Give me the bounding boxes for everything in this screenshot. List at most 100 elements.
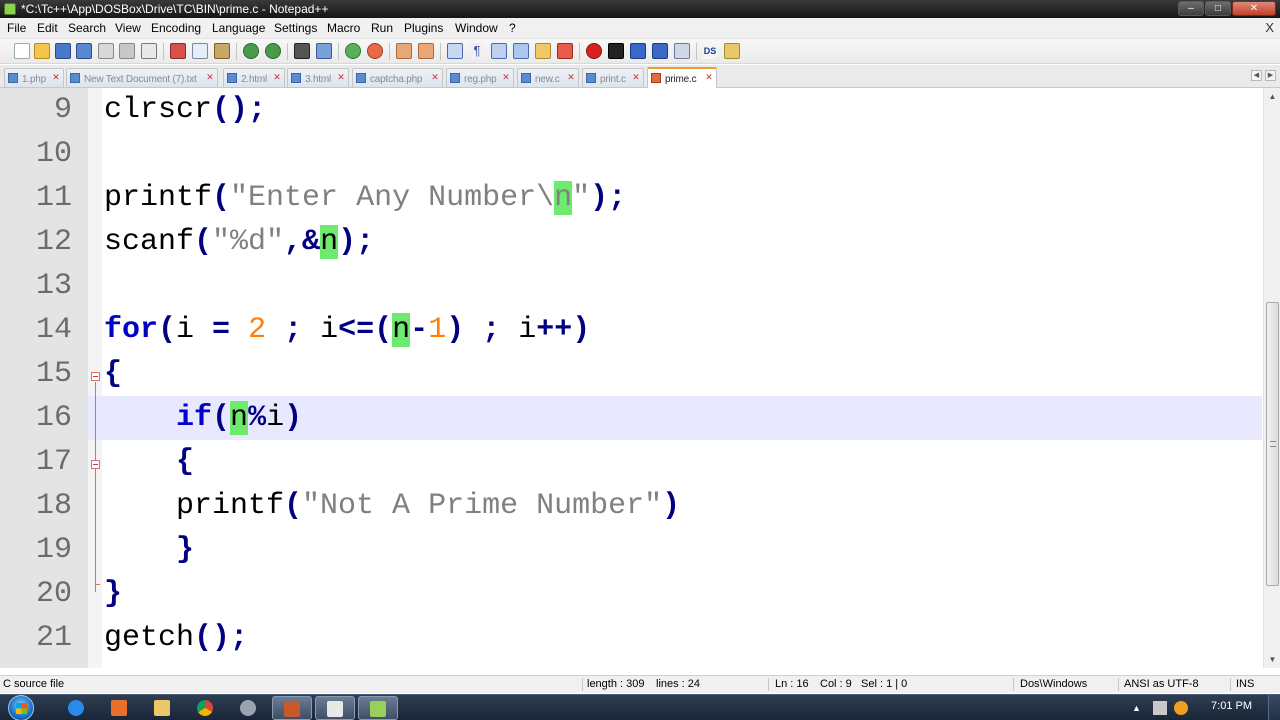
- update-icon[interactable]: [1174, 701, 1188, 715]
- taskbar-chrome[interactable]: [186, 696, 226, 720]
- menu-view[interactable]: View: [115, 21, 141, 35]
- tab-close-icon[interactable]: ✕: [566, 72, 576, 82]
- start-button[interactable]: [8, 695, 34, 720]
- code-line[interactable]: 21 getch();: [0, 616, 1262, 660]
- language-icon[interactable]: [513, 43, 529, 59]
- sync-horizontal-icon[interactable]: [418, 43, 434, 59]
- close-button[interactable]: ✕: [1232, 1, 1276, 16]
- code-text[interactable]: {: [104, 352, 122, 396]
- menu-window[interactable]: Window: [455, 21, 498, 35]
- tab-scroll-right-icon[interactable]: ▶: [1265, 70, 1276, 81]
- run-macro-multiple-icon[interactable]: [652, 43, 668, 59]
- dspellcheck-icon[interactable]: DS: [702, 43, 718, 59]
- code-line[interactable]: 15 {: [0, 352, 1262, 396]
- taskbar-dosbox[interactable]: [272, 696, 312, 720]
- fold-toggle-icon[interactable]: [91, 460, 100, 469]
- tab-close-icon[interactable]: ✕: [704, 72, 714, 82]
- zoom-in-icon[interactable]: [345, 43, 361, 59]
- tab-print-c[interactable]: print.c ✕: [582, 68, 644, 87]
- menu-settings[interactable]: Settings: [274, 21, 317, 35]
- tab-1-php[interactable]: 1.php ✕: [4, 68, 64, 87]
- zoom-out-icon[interactable]: [367, 43, 383, 59]
- plugin-icon[interactable]: [724, 43, 740, 59]
- taskbar-gray-app[interactable]: [229, 696, 269, 720]
- code-line[interactable]: 17 {: [0, 440, 1262, 484]
- tab-close-icon[interactable]: ✕: [51, 72, 61, 82]
- print-icon[interactable]: [141, 43, 157, 59]
- save-icon[interactable]: [55, 43, 71, 59]
- fold-toggle-icon[interactable]: [91, 372, 100, 381]
- code-line[interactable]: 20 }: [0, 572, 1262, 616]
- current-code-line[interactable]: 16 if(n%i): [0, 396, 1262, 440]
- menu-edit[interactable]: Edit: [37, 21, 58, 35]
- tab-close-icon[interactable]: ✕: [272, 72, 282, 82]
- code-text[interactable]: printf("Enter Any Number\n");: [104, 176, 626, 220]
- show-desktop-button[interactable]: [1268, 695, 1280, 720]
- paste-icon[interactable]: [214, 43, 230, 59]
- show-all-characters-icon[interactable]: ¶: [469, 43, 485, 59]
- scroll-down-icon[interactable]: ▼: [1266, 653, 1279, 666]
- word-wrap-icon[interactable]: [447, 43, 463, 59]
- taskbar-notepad-plus-plus[interactable]: [358, 696, 398, 720]
- code-text[interactable]: clrscr();: [104, 88, 266, 132]
- menu-help[interactable]: ?: [509, 21, 516, 35]
- scrollbar-thumb[interactable]: [1266, 302, 1279, 586]
- code-line[interactable]: 18 printf("Not A Prime Number"): [0, 484, 1262, 528]
- code-line[interactable]: 19 }: [0, 528, 1262, 572]
- menu-macro[interactable]: Macro: [327, 21, 360, 35]
- show-hidden-icons-icon[interactable]: ▲: [1132, 701, 1146, 715]
- copy-icon[interactable]: [192, 43, 208, 59]
- code-text[interactable]: getch();: [104, 616, 248, 660]
- scroll-up-icon[interactable]: ▲: [1266, 90, 1279, 103]
- tab-prime-c[interactable]: prime.c ✕: [647, 67, 717, 88]
- status-eol-format[interactable]: Dos\Windows: [1020, 678, 1087, 690]
- code-line[interactable]: 10: [0, 132, 1262, 176]
- code-line[interactable]: 14 for(i = 2 ; i<=(n-1) ; i++): [0, 308, 1262, 352]
- play-macro-icon[interactable]: [630, 43, 646, 59]
- menu-plugins[interactable]: Plugins: [404, 21, 443, 35]
- tab-close-icon[interactable]: ✕: [205, 72, 215, 82]
- code-text[interactable]: }: [104, 572, 122, 616]
- maximize-button[interactable]: □: [1205, 1, 1231, 16]
- tab-close-icon[interactable]: ✕: [336, 72, 346, 82]
- tab-new-c[interactable]: new.c ✕: [517, 68, 579, 87]
- tab-reg-php[interactable]: reg.php ✕: [446, 68, 514, 87]
- tab-scroll-left-icon[interactable]: ◀: [1251, 70, 1262, 81]
- function-list-icon[interactable]: [557, 43, 573, 59]
- close-file-icon[interactable]: [98, 43, 114, 59]
- save-macro-icon[interactable]: [674, 43, 690, 59]
- code-text[interactable]: printf("Not A Prime Number"): [104, 484, 680, 528]
- code-text[interactable]: for(i = 2 ; i<=(n-1) ; i++): [104, 308, 590, 352]
- menu-language[interactable]: Language: [212, 21, 265, 35]
- code-line[interactable]: 9 clrscr();: [0, 88, 1262, 132]
- menu-run[interactable]: Run: [371, 21, 393, 35]
- code-line[interactable]: 13: [0, 264, 1262, 308]
- open-file-icon[interactable]: [34, 43, 50, 59]
- code-text[interactable]: {: [104, 440, 194, 484]
- replace-icon[interactable]: [316, 43, 332, 59]
- taskbar-window[interactable]: [315, 696, 355, 720]
- close-all-icon[interactable]: [119, 43, 135, 59]
- code-line[interactable]: 11 printf("Enter Any Number\n");: [0, 176, 1262, 220]
- status-encoding[interactable]: ANSI as UTF-8: [1124, 678, 1199, 690]
- tab-3-html[interactable]: 3.html ✕: [287, 68, 349, 87]
- vertical-scrollbar[interactable]: ▲ ▼: [1263, 88, 1280, 668]
- tab-close-icon[interactable]: ✕: [430, 72, 440, 82]
- code-text[interactable]: if(n%i): [104, 396, 302, 440]
- code-line[interactable]: 12 scanf("%d",&n);: [0, 220, 1262, 264]
- undo-icon[interactable]: [243, 43, 259, 59]
- stop-macro-icon[interactable]: [608, 43, 624, 59]
- taskbar-clock[interactable]: 7:01 PM: [1211, 700, 1252, 712]
- close-document-icon[interactable]: X: [1265, 20, 1274, 35]
- menu-encoding[interactable]: Encoding: [151, 21, 201, 35]
- find-icon[interactable]: [294, 43, 310, 59]
- taskbar-internet-explorer[interactable]: [57, 696, 97, 720]
- save-all-icon[interactable]: [76, 43, 92, 59]
- menu-file[interactable]: File: [7, 21, 26, 35]
- doc-map-icon[interactable]: [535, 43, 551, 59]
- tab-captcha-php[interactable]: captcha.php ✕: [352, 68, 443, 87]
- code-editor[interactable]: 9 clrscr(); 10 11 printf("Enter Any Numb…: [0, 88, 1280, 668]
- code-text[interactable]: }: [104, 528, 194, 572]
- record-macro-icon[interactable]: [586, 43, 602, 59]
- code-text[interactable]: scanf("%d",&n);: [104, 220, 374, 264]
